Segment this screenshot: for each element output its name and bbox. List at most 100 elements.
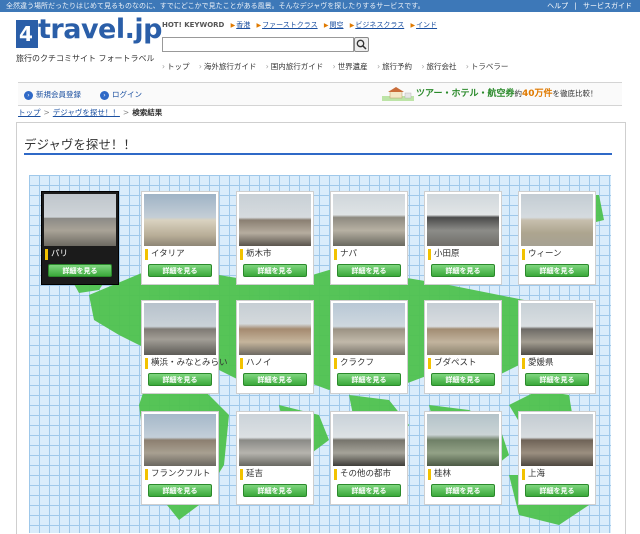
detail-button[interactable]: 詳細を見る — [431, 484, 495, 497]
keyword-link[interactable]: 香港 — [236, 21, 250, 29]
nav-item-domestic[interactable]: 国内旅行ガイド — [266, 62, 324, 71]
destination-card[interactable]: フランクフルト 詳細を見る — [142, 412, 218, 504]
detail-button[interactable]: 詳細を見る — [243, 264, 307, 277]
destination-card[interactable]: その他の都市 詳細を見る — [331, 412, 407, 504]
hot-keyword-label: HOT! KEYWORD — [162, 21, 225, 29]
search-input[interactable] — [162, 37, 354, 52]
detail-button[interactable]: 詳細を見る — [148, 264, 212, 277]
hot-keywords: HOT! KEYWORD ▶香港 ▶ファーストクラス ▶関空 ▶ビジネスクラス … — [162, 20, 441, 30]
destination-name: 栃木市 — [240, 249, 272, 260]
svg-text:4: 4 — [19, 22, 33, 46]
destination-name: イタリア — [145, 249, 185, 260]
destination-photo[interactable] — [333, 194, 405, 246]
search-icon — [356, 39, 367, 50]
breadcrumb: トップ > デジャヴを探せ！！ > 検索結果 — [18, 108, 163, 117]
destination-photo[interactable] — [239, 414, 311, 466]
destination-photo[interactable] — [144, 303, 216, 355]
destination-name: 愛媛県 — [522, 358, 554, 369]
banner-text: 約 — [514, 89, 522, 98]
site-logo[interactable]: 4 travel.jp 旅行のクチコミサイト フォートラベル — [16, 14, 162, 64]
destination-card[interactable]: ウィーン 詳細を見る — [519, 192, 595, 284]
destination-photo[interactable] — [333, 414, 405, 466]
login-link[interactable]: › ログイン — [100, 89, 142, 100]
banner-text: を徹底比較！ — [552, 89, 598, 98]
nav-item-top[interactable]: トップ — [162, 62, 190, 71]
keyword-link[interactable]: インド — [416, 21, 437, 29]
destination-name: その他の都市 — [334, 469, 391, 480]
destination-card[interactable]: ブダペスト 詳細を見る — [425, 301, 501, 393]
destination-photo[interactable] — [427, 194, 499, 246]
destination-card[interactable]: ナパ 詳細を見る — [331, 192, 407, 284]
detail-button[interactable]: 詳細を見る — [243, 373, 307, 386]
breadcrumb-top[interactable]: トップ — [18, 108, 41, 117]
detail-button[interactable]: 詳細を見る — [243, 484, 307, 497]
destination-name: パリ — [45, 249, 68, 260]
detail-button[interactable]: 詳細を見る — [525, 264, 589, 277]
detail-button[interactable]: 詳細を見る — [337, 373, 401, 386]
nav-item-travelers[interactable]: トラベラー — [466, 62, 509, 71]
arrow-right-icon: › — [100, 90, 109, 100]
destination-card[interactable]: パリ 詳細を見る — [42, 192, 118, 284]
detail-button[interactable]: 詳細を見る — [48, 264, 112, 277]
destination-photo[interactable] — [333, 303, 405, 355]
keyword-link[interactable]: 関空 — [329, 21, 343, 29]
destination-card[interactable]: イタリア 詳細を見る — [142, 192, 218, 284]
destination-name: 桂林 — [428, 469, 451, 480]
destination-card[interactable]: ハノイ 詳細を見る — [237, 301, 313, 393]
page-title: デジャヴを探せ！！ — [24, 137, 136, 152]
search-button[interactable] — [354, 37, 369, 52]
nav-item-overseas[interactable]: 海外旅行ガイド — [199, 62, 257, 71]
breadcrumb-current: 検索結果 — [132, 108, 163, 117]
keyword-link[interactable]: ファーストクラス — [262, 21, 318, 29]
world-map: パリ 詳細を見る イタリア 詳細を見る 栃木市 詳細を見る ナパ 詳細を見る 小田原 詳細を見るウ… — [29, 175, 611, 533]
destination-photo[interactable] — [144, 194, 216, 246]
top-bar: 全然違う場所だったりはじめて見るものなのに、すでにどこかで見たことがある風景。そ… — [0, 0, 640, 12]
arrow-right-icon: › — [24, 90, 33, 100]
destination-card[interactable]: 横浜・みなとみらい 詳細を見る — [142, 301, 228, 393]
destination-card[interactable]: 愛媛県 詳細を見る — [519, 301, 595, 393]
nav-item-booking[interactable]: 旅行予約 — [377, 62, 412, 71]
destination-name: ウィーン — [522, 249, 562, 260]
destination-card[interactable]: 小田原 詳細を見る — [425, 192, 501, 284]
banner-text: ツアー・ホテル・航空券 — [416, 89, 515, 99]
destination-card[interactable]: 栃木市 詳細を見る — [237, 192, 313, 284]
keyword-link[interactable]: ビジネスクラス — [355, 21, 404, 29]
destination-photo[interactable] — [144, 414, 216, 466]
destination-photo[interactable] — [427, 414, 499, 466]
destination-photo[interactable] — [427, 303, 499, 355]
register-link[interactable]: › 新規会員登録 — [24, 89, 81, 100]
destination-card[interactable]: 上海 詳細を見る — [519, 412, 595, 504]
logo-wordmark: travel.jp — [38, 14, 162, 45]
detail-button[interactable]: 詳細を見る — [431, 373, 495, 386]
detail-button[interactable]: 詳細を見る — [431, 264, 495, 277]
detail-button[interactable]: 詳細を見る — [525, 484, 589, 497]
destination-name: 横浜・みなとみらい — [145, 358, 228, 369]
detail-button[interactable]: 詳細を見る — [337, 264, 401, 277]
destination-card[interactable]: 延吉 詳細を見る — [237, 412, 313, 504]
detail-button[interactable]: 詳細を見る — [148, 484, 212, 497]
destination-photo[interactable] — [521, 303, 593, 355]
destination-photo[interactable] — [44, 194, 116, 246]
arrow-icon: ▶ — [323, 22, 329, 29]
detail-button[interactable]: 詳細を見る — [525, 373, 589, 386]
service-guide-link[interactable]: サービスガイド — [583, 2, 632, 10]
destination-photo[interactable] — [239, 194, 311, 246]
nav-item-agency[interactable]: 旅行会社 — [421, 62, 456, 71]
destination-photo[interactable] — [521, 414, 593, 466]
destination-card[interactable]: 桂林 詳細を見る — [425, 412, 501, 504]
help-link[interactable]: ヘルプ — [547, 2, 568, 10]
title-divider — [24, 153, 612, 155]
destination-name: クラクフ — [334, 358, 374, 369]
breadcrumb-section[interactable]: デジャヴを探せ！！ — [53, 108, 120, 117]
nav-item-heritage[interactable]: 世界遺産 — [333, 62, 368, 71]
detail-button[interactable]: 詳細を見る — [148, 373, 212, 386]
detail-button[interactable]: 詳細を見る — [337, 484, 401, 497]
destination-photo[interactable] — [521, 194, 593, 246]
destination-name: 小田原 — [428, 249, 460, 260]
top-links: ヘルプ | サービスガイド — [543, 0, 632, 12]
destination-photo[interactable] — [239, 303, 311, 355]
destination-card[interactable]: クラクフ 詳細を見る — [331, 301, 407, 393]
hotel-illustration-icon — [382, 86, 414, 101]
logo-subtitle: 旅行のクチコミサイト フォートラベル — [16, 54, 155, 63]
price-compare-banner[interactable]: ツアー・ホテル・航空券約40万件を徹底比較！ — [382, 85, 618, 103]
